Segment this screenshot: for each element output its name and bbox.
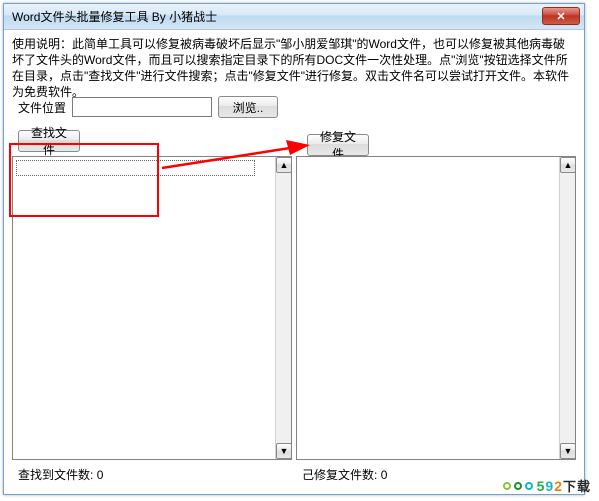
browse-button-label: 浏览..: [233, 99, 264, 116]
watermark-text: 592下载: [537, 476, 591, 495]
browse-button[interactable]: 浏览..: [218, 96, 278, 118]
footer-status: 查找到文件数: 0 己修复文件数: 0: [4, 460, 584, 483]
found-count-label: 查找到文件数:: [18, 468, 93, 482]
panels-area: ▲ ▼ ▲ ▼: [4, 152, 584, 460]
found-count-value: 0: [97, 468, 104, 482]
scroll-track[interactable]: [276, 173, 291, 443]
instructions-text: 使用说明：此简单工具可以修复被病毒破坏后显示"邹小朋爱邹琪"的Word文件，也可…: [4, 30, 584, 88]
close-button[interactable]: ✕: [542, 7, 580, 25]
scroll-down-button[interactable]: ▼: [276, 443, 292, 459]
action-buttons-row: 查找文件 修复文件: [4, 124, 584, 152]
chevron-up-icon: ▲: [280, 161, 289, 170]
chevron-up-icon: ▲: [564, 161, 573, 170]
app-window: Word文件头批量修复工具 By 小猪战士 ✕ 使用说明：此简单工具可以修复被病…: [3, 3, 585, 495]
list-selection-row[interactable]: [16, 160, 255, 176]
close-icon: ✕: [556, 10, 565, 23]
repaired-files-inner: [299, 159, 557, 457]
chevron-down-icon: ▼: [564, 447, 573, 456]
search-files-button[interactable]: 查找文件: [18, 130, 80, 152]
found-files-inner: [15, 159, 273, 457]
found-files-list[interactable]: ▲ ▼: [12, 156, 292, 460]
repaired-count-label: 己修复文件数:: [302, 468, 377, 482]
titlebar[interactable]: Word文件头批量修复工具 By 小猪战士 ✕: [4, 4, 584, 30]
window-title: Word文件头批量修复工具 By 小猪战士: [12, 8, 217, 25]
file-path-input[interactable]: [72, 97, 212, 117]
repaired-count-value: 0: [381, 468, 388, 482]
repaired-files-list[interactable]: ▲ ▼: [296, 156, 576, 460]
scroll-up-button[interactable]: ▲: [560, 157, 576, 173]
scroll-track[interactable]: [560, 173, 575, 443]
chevron-down-icon: ▼: [280, 447, 289, 456]
file-path-label: 文件位置: [18, 99, 66, 116]
found-list-scrollbar[interactable]: ▲ ▼: [275, 157, 291, 459]
watermark-logo-icon: [503, 482, 533, 490]
search-files-label: 查找文件: [31, 124, 67, 158]
repaired-list-scrollbar[interactable]: ▲ ▼: [559, 157, 575, 459]
watermark: 592下载: [503, 476, 591, 495]
repair-files-button[interactable]: 修复文件: [307, 134, 369, 156]
file-path-row: 文件位置 浏览..: [4, 94, 584, 124]
scroll-down-button[interactable]: ▼: [560, 443, 576, 459]
scroll-up-button[interactable]: ▲: [276, 157, 292, 173]
